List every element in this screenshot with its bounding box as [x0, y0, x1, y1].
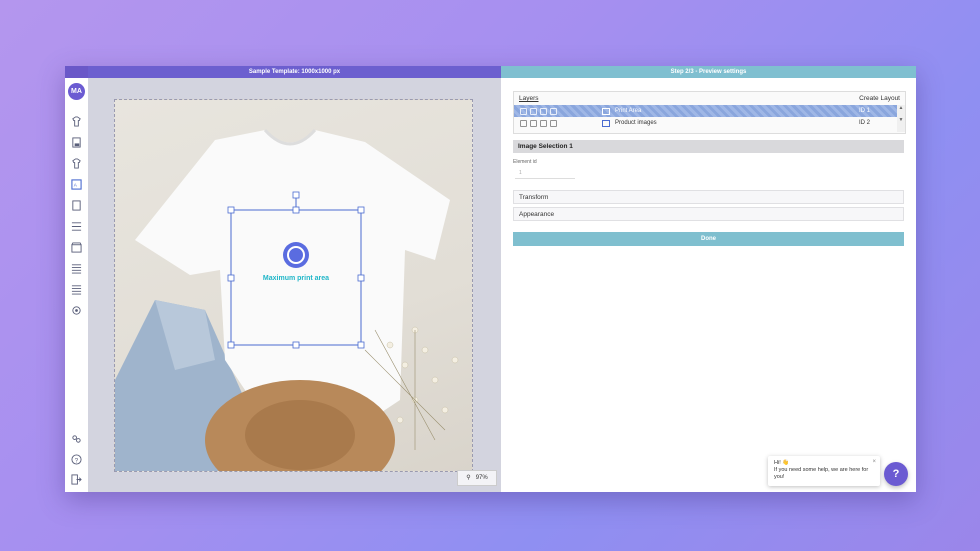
exit-icon[interactable] — [71, 474, 82, 485]
lock-icon — [530, 108, 537, 115]
shirt-icon[interactable] — [71, 116, 82, 127]
canvas-panel: Sample Template: 1000x1000 px Maximum pr… — [88, 66, 501, 492]
list-icon[interactable] — [71, 263, 82, 274]
sidebar: MA A ? — [65, 66, 89, 492]
print-area-label: Maximum print area — [262, 275, 330, 282]
chat-greeting: Hi! 👋 — [774, 460, 790, 466]
canvas-panel-title: Sample Template: 1000x1000 px — [88, 66, 501, 78]
settings-icon[interactable] — [71, 305, 82, 316]
transform-accordion[interactable]: Transform — [513, 190, 904, 204]
layer-id: ID 1 — [859, 108, 871, 114]
zoom-level: 97% — [475, 475, 488, 481]
link-icon — [550, 108, 557, 115]
zoom-control[interactable]: ⚲ 97% — [457, 470, 497, 486]
chat-message: If you need some help, we are here for y… — [774, 467, 869, 480]
link-icon — [550, 120, 557, 127]
settings-panel: Step 2/3 - Preview settings Layers Creat… — [501, 66, 916, 492]
image-type-icon — [602, 108, 610, 115]
visibility-icon — [520, 108, 527, 115]
layers-box: Layers Create Layout Print Area ID 1 Pro… — [513, 91, 906, 134]
create-layout-button[interactable]: Create Layout — [859, 95, 900, 102]
store-icon[interactable] — [71, 242, 82, 253]
sidebar-top-bar — [65, 66, 88, 78]
layer-row[interactable]: Print Area ID 1 — [514, 105, 905, 117]
copy-icon — [540, 120, 547, 127]
element-id-label: Element id — [513, 159, 537, 165]
list-alt-icon[interactable] — [71, 284, 82, 295]
avatar[interactable]: MA — [68, 83, 85, 100]
layer-row[interactable]: Product images ID 2 — [514, 117, 905, 129]
chat-bubble[interactable]: × Hi! 👋 If you need some help, we are he… — [768, 456, 880, 486]
svg-text:?: ? — [75, 457, 79, 464]
visibility-icon — [520, 120, 527, 127]
help-circle-icon[interactable]: ? — [71, 454, 82, 465]
zoom-icon: ⚲ — [466, 475, 471, 481]
template-canvas[interactable]: Maximum print area — [114, 99, 473, 472]
section-title: Image Selection 1 — [513, 140, 904, 153]
layer-controls[interactable] — [520, 108, 557, 115]
copy-icon — [540, 108, 547, 115]
document-icon[interactable] — [71, 137, 82, 148]
layer-controls[interactable] — [520, 120, 557, 127]
layer-name: Print Area — [615, 108, 642, 114]
appearance-accordion[interactable]: Appearance — [513, 207, 904, 221]
done-button[interactable]: Done — [513, 232, 904, 246]
image-editor-icon[interactable]: A — [71, 179, 82, 190]
page-icon[interactable] — [71, 200, 82, 211]
svg-text:A: A — [74, 182, 78, 187]
layer-id: ID 2 — [859, 120, 871, 126]
element-id-field[interactable]: 1 — [515, 169, 575, 179]
layer-name: Product images — [615, 120, 657, 126]
list-settings-icon[interactable] — [71, 221, 82, 232]
apparel-icon[interactable] — [71, 158, 82, 169]
settings-panel-title: Step 2/3 - Preview settings — [501, 66, 916, 78]
help-button[interactable]: ? — [884, 462, 908, 486]
lock-icon — [530, 120, 537, 127]
layers-scrollbar[interactable]: ▲ ▼ — [897, 105, 905, 132]
layers-title: Layers — [519, 95, 539, 102]
users-icon[interactable] — [71, 434, 82, 445]
app-window: MA A ? Sample Template: 1000x1000 px Max… — [65, 66, 916, 492]
image-type-icon — [602, 120, 610, 127]
close-icon[interactable]: × — [872, 459, 876, 466]
product-mockup-image — [115, 128, 459, 471]
